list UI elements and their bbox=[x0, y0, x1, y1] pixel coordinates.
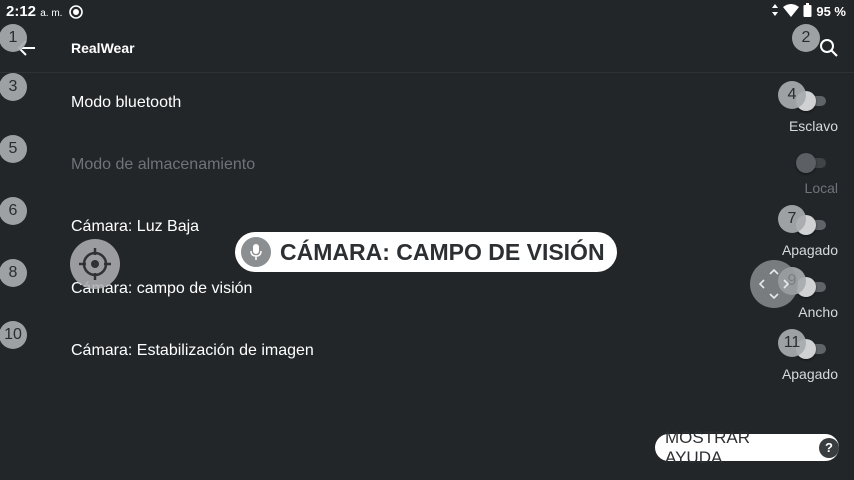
notification-icon bbox=[69, 5, 83, 24]
battery-percent: 95 % bbox=[816, 4, 846, 19]
page-title: RealWear bbox=[71, 40, 135, 56]
row-number-badge: 5 bbox=[0, 135, 27, 163]
setting-label-storage-mode: Modo de almacenamiento bbox=[71, 156, 256, 173]
status-time-value: 2:12 bbox=[6, 3, 37, 20]
search-button-number-badge: 2 bbox=[792, 24, 820, 52]
status-icons: 95 % bbox=[771, 3, 846, 20]
dpad-navigation-icon[interactable] bbox=[750, 260, 798, 308]
setting-value-camera-image-stabilization: Apagado bbox=[781, 366, 838, 382]
voice-command-indicator: CÁMARA: CAMPO DE VISIÓN bbox=[235, 232, 617, 272]
battery-icon bbox=[803, 3, 812, 20]
setting-label-bluetooth-mode: Modo bluetooth bbox=[71, 94, 182, 111]
crosshair-icon bbox=[70, 239, 120, 289]
back-button-number-badge: 1 bbox=[0, 24, 27, 52]
search-icon bbox=[819, 39, 839, 62]
setting-value-camera-low-light: Apagado bbox=[781, 242, 838, 258]
toggle-number-badge: 4 bbox=[778, 81, 806, 109]
microphone-icon bbox=[241, 237, 271, 267]
storage-mode-toggle bbox=[796, 153, 828, 173]
setting-label-camera-low-light: Cámara: Luz Baja bbox=[71, 218, 200, 235]
setting-value-bluetooth-mode: Esclavo bbox=[788, 118, 838, 134]
help-icon: ? bbox=[819, 437, 839, 458]
voice-command-text: CÁMARA: CAMPO DE VISIÓN bbox=[280, 238, 605, 265]
status-ampm: a. m. bbox=[40, 8, 63, 19]
data-arrows-icon bbox=[771, 4, 779, 19]
setting-label-camera-image-stabilization: Cámara: Estabilización de imagen bbox=[71, 342, 314, 359]
setting-value-storage-mode: Local bbox=[804, 180, 838, 196]
search-button[interactable] bbox=[819, 38, 839, 63]
wifi-icon bbox=[783, 3, 800, 20]
row-number-badge: 8 bbox=[0, 259, 27, 287]
row-number-badge: 10 bbox=[0, 321, 27, 349]
toggle-number-badge: 7 bbox=[778, 205, 806, 233]
show-help-button[interactable]: MOSTRAR AYUDA ? bbox=[655, 428, 839, 467]
setting-value-camera-field-of-view: Ancho bbox=[798, 304, 838, 320]
status-time: 2:12 a. m. bbox=[6, 3, 62, 20]
row-number-badge: 6 bbox=[0, 197, 27, 225]
toggle-number-badge: 11 bbox=[778, 329, 806, 357]
row-number-badge: 3 bbox=[0, 73, 27, 101]
show-help-label: MOSTRAR AYUDA bbox=[665, 427, 750, 467]
